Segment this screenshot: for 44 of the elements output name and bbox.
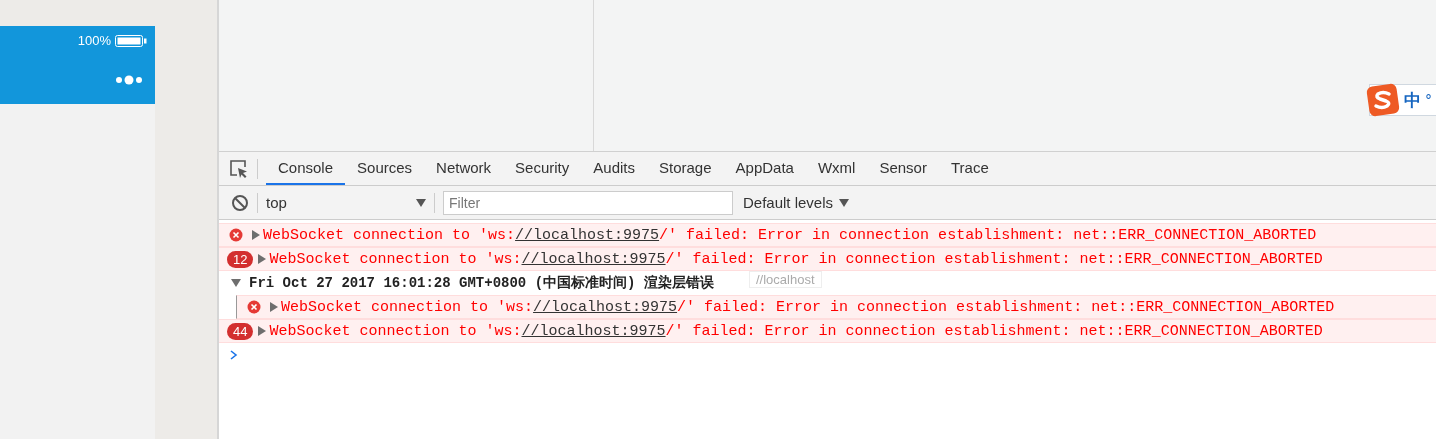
caret-icon <box>416 198 426 207</box>
devtools-tab[interactable]: Security <box>503 152 582 185</box>
error-icon <box>247 300 261 314</box>
devtools-tab[interactable]: Audits <box>581 152 647 185</box>
clear-console-icon[interactable] <box>231 193 249 212</box>
error-message: WebSocket connection to 'ws://localhost:9975/' failed: Error in connection establishment: net::ERR_CONNECTION_ABORTED <box>263 226 1317 244</box>
battery-icon <box>115 34 147 47</box>
ime-mode-label: 中 <box>1404 88 1421 112</box>
url-link[interactable]: //localhost:9975 <box>521 322 666 340</box>
expand-arrow-icon[interactable] <box>231 278 241 288</box>
context-dropdown[interactable]: top <box>266 194 426 211</box>
more-icon[interactable] <box>115 74 143 86</box>
url-link[interactable]: //localhost:9975 <box>515 226 660 244</box>
error-message: WebSocket connection to 'ws://localhost:9975/' failed: Error in connection establishment: net::ERR_CONNECTION_ABORTED <box>269 322 1323 340</box>
ime-punctuation-label: ° <box>1425 92 1432 108</box>
prompt-icon[interactable] <box>229 350 239 360</box>
expand-arrow-icon[interactable] <box>251 230 261 240</box>
tooltip: //localhost <box>749 271 822 288</box>
devtools-tab[interactable]: Wxml <box>805 152 868 185</box>
devtools-tab[interactable]: AppData <box>723 152 806 185</box>
expand-arrow-icon[interactable] <box>257 254 268 264</box>
repeat-count: 44 <box>227 322 254 340</box>
url-link[interactable]: //localhost:9975 <box>533 298 678 316</box>
error-icon <box>229 228 243 242</box>
devtools-tab[interactable]: Sensor <box>867 152 939 185</box>
expand-arrow-icon[interactable] <box>269 302 279 312</box>
battery-percent: 100% <box>77 33 111 48</box>
devtools-tab[interactable]: Storage <box>647 152 724 185</box>
levels-dropdown[interactable]: Default levels <box>743 194 850 211</box>
filter-field[interactable]: Filter <box>443 190 733 215</box>
inspect-icon[interactable] <box>229 158 249 179</box>
error-message: WebSocket connection to 'ws://localhost:9975/' failed: Error in connection establishment: net::ERR_CONNECTION_ABORTED <box>269 250 1323 268</box>
repeat-count: 12 <box>227 250 254 268</box>
devtools-tab[interactable]: Trace <box>938 152 1001 185</box>
caret-icon <box>839 198 850 207</box>
error-message: WebSocket connection to 'ws://localhost:9975/' failed: Error in connection establishment: net::ERR_CONNECTION_ABORTED <box>281 298 1335 316</box>
console-group-header[interactable]: Fri Oct 27 2017 16:01:28 GMT+0800 (中国标准时间) 渲染层错误 <box>219 271 718 295</box>
s-logo-icon <box>1366 83 1400 117</box>
url-link[interactable]: //localhost:9975 <box>521 250 666 268</box>
group-title: Fri Oct 27 2017 16:01:28 GMT+0800 (中国标准时间) 渲染层错误 <box>249 274 714 292</box>
devtools-tab[interactable]: Network <box>424 152 504 185</box>
expand-arrow-icon[interactable] <box>257 326 268 336</box>
devtools-tab[interactable]: Sources <box>345 152 425 185</box>
input-method-bar[interactable]: 中 ° <box>1369 84 1436 116</box>
